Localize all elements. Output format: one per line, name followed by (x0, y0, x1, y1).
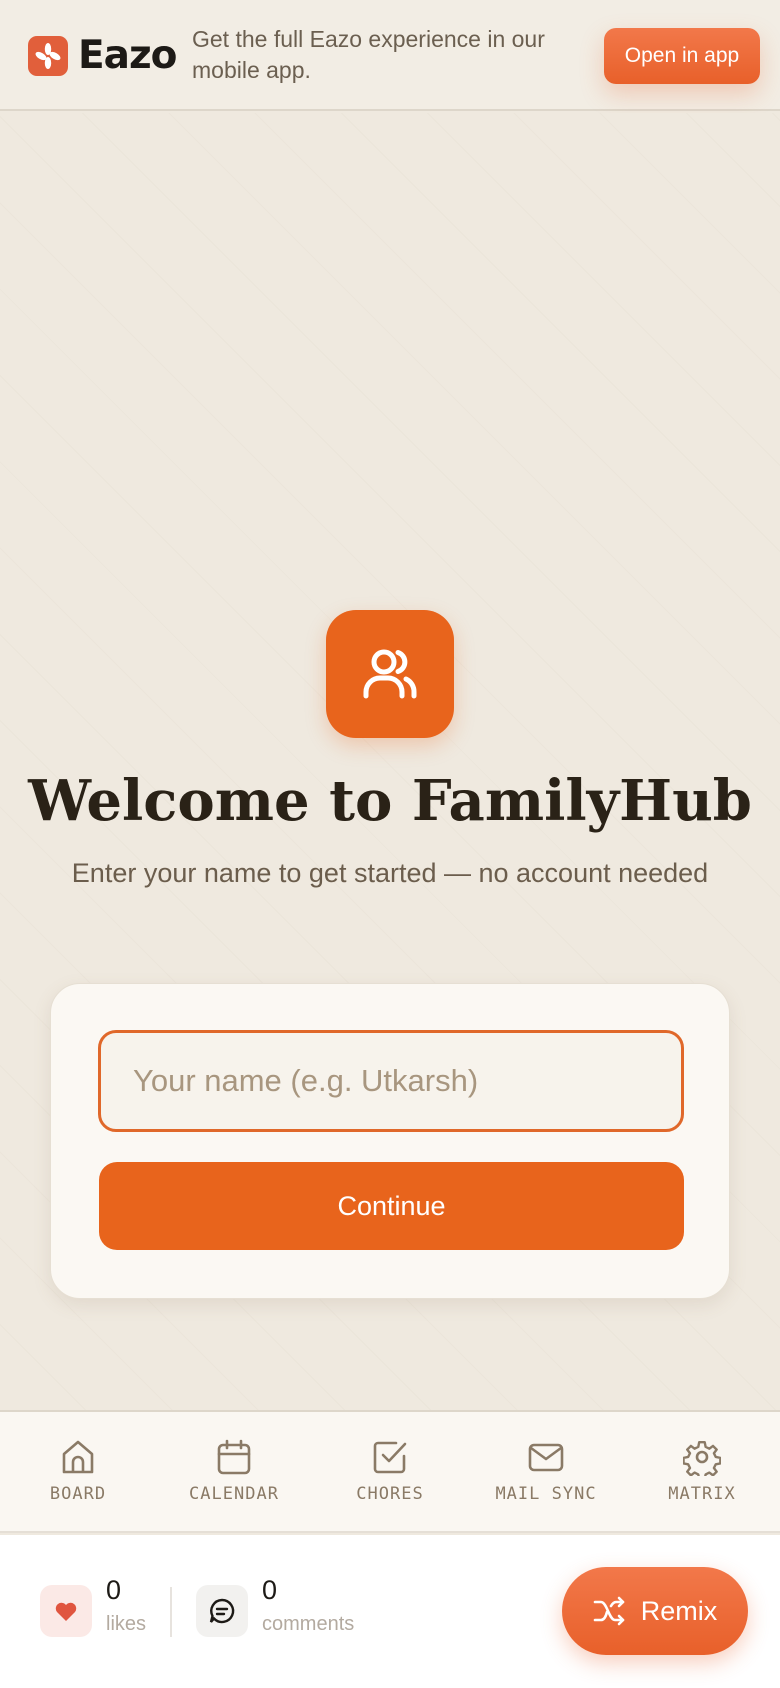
banner-message: Get the full Eazo experience in our mobi… (192, 26, 545, 83)
shuffle-icon (593, 1596, 625, 1626)
home-icon (62, 1440, 94, 1474)
page-subtitle: Enter your name to get started — no acco… (71, 858, 709, 888)
nav-label: BOARD (49, 1484, 107, 1504)
comments-label: comments (262, 1613, 355, 1635)
users-icon (326, 610, 454, 738)
comments-count: 0 (262, 1575, 278, 1605)
name-input[interactable] (98, 1030, 684, 1132)
nav-label: CALENDAR (189, 1484, 279, 1504)
remix-label: Remix (640, 1595, 718, 1626)
bottom-navigation: BOARD CALENDAR CHORES MAIL SYNC MATRIX (0, 1410, 780, 1533)
calendar-icon (217, 1439, 251, 1475)
heart-icon (55, 1602, 77, 1621)
nav-item-mail-sync[interactable]: MAIL SYNC (468, 1412, 624, 1531)
footer-divider (170, 1587, 172, 1637)
gear-icon (683, 1441, 721, 1476)
nav-item-chores[interactable]: CHORES (312, 1412, 468, 1531)
nav-item-calendar[interactable]: CALENDAR (156, 1412, 312, 1531)
welcome-screen: Welcome to FamilyHub Enter your name to … (0, 113, 780, 1410)
open-in-app-button[interactable]: Open in app (604, 28, 760, 84)
page-title: Welcome to FamilyHub (28, 768, 752, 834)
like-button[interactable] (40, 1585, 92, 1637)
nav-label: MAIL SYNC (495, 1484, 597, 1504)
social-footer: 0 likes 0 comments Remix (0, 1535, 780, 1688)
nav-item-board[interactable]: BOARD (0, 1412, 156, 1531)
brand-name: Eazo (78, 33, 177, 78)
mail-icon (528, 1443, 564, 1472)
eazo-logo-icon (28, 36, 68, 76)
comment-icon (209, 1598, 235, 1624)
remix-button[interactable]: Remix (562, 1567, 748, 1655)
checkbox-icon (373, 1441, 407, 1474)
app-download-banner: Eazo Get the full Eazo experience in our… (0, 0, 780, 111)
continue-button[interactable]: Continue (99, 1162, 684, 1250)
nav-label: MATRIX (668, 1484, 736, 1504)
name-entry-card: Continue (50, 983, 730, 1299)
nav-label: CHORES (356, 1484, 424, 1504)
likes-label: likes (106, 1613, 147, 1635)
likes-count: 0 (106, 1575, 122, 1605)
nav-item-matrix[interactable]: MATRIX (624, 1412, 780, 1531)
comment-button[interactable] (196, 1585, 248, 1637)
